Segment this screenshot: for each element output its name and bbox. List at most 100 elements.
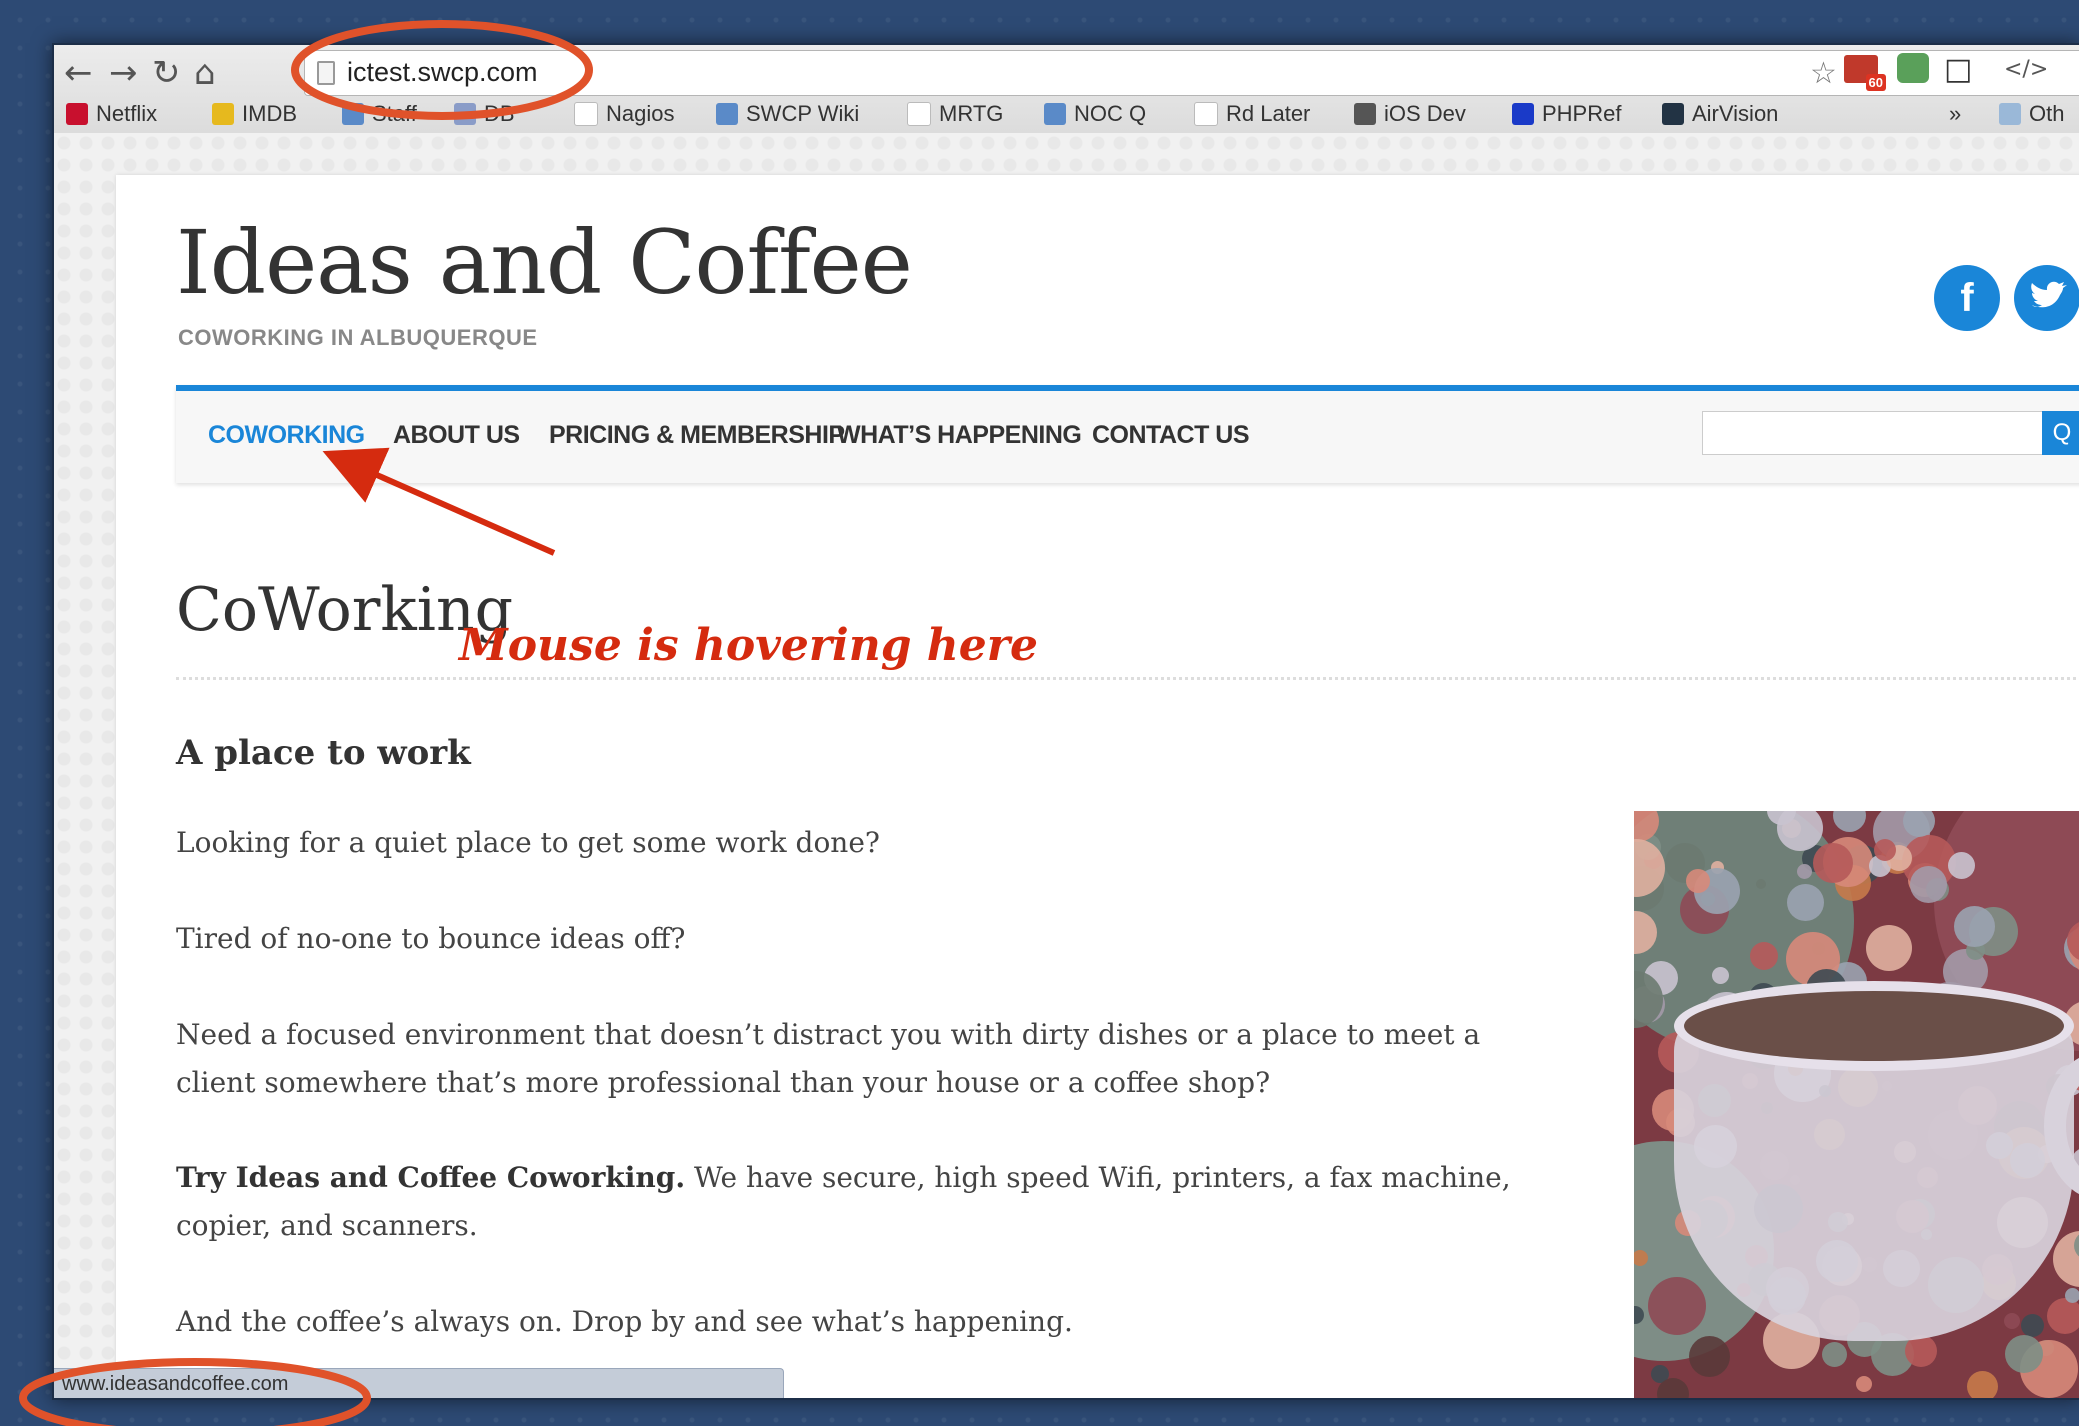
page-icon (1194, 102, 1218, 126)
bookmark-item[interactable]: DB (454, 99, 515, 129)
browser-toolbar: ← → ↻ ⌂ ictest.swcp.com ☆ 60 □ </> Netfl… (54, 45, 2079, 133)
main-nav: COWORKING ABOUT US PRICING & MEMBERSHIP … (176, 385, 2079, 483)
bookmark-label: DB (484, 101, 515, 126)
twitter-icon[interactable] (2014, 265, 2079, 331)
mosaic-dot (1750, 942, 1778, 970)
bookmark-label: iOS Dev (1384, 101, 1466, 126)
paragraph-5: And the coffee’s always on. Drop by and … (176, 1305, 1073, 1338)
mosaic-dot (1787, 884, 1824, 921)
browser-window: ← → ↻ ⌂ ictest.swcp.com ☆ 60 □ </> Netfl… (52, 43, 2079, 1400)
mosaic-dot (2021, 1314, 2044, 1337)
mosaic-dot (1756, 879, 1766, 889)
mosaic-dot (1856, 1376, 1872, 1392)
bookmark-item[interactable]: SWCP Wiki (716, 99, 859, 129)
bookmark-item[interactable]: Oth (1999, 99, 2064, 129)
coffee-surface (1674, 981, 2074, 1071)
facebook-icon[interactable]: f (1934, 265, 2000, 331)
mosaic-dot (2005, 1335, 2043, 1373)
netflix-icon (66, 103, 88, 125)
bookmark-label: Netflix (96, 101, 158, 126)
nav-coworking[interactable]: COWORKING (208, 421, 365, 450)
page-icon (907, 102, 931, 126)
nav-about-us[interactable]: ABOUT US (393, 421, 520, 450)
back-arrow-icon[interactable]: ← (64, 49, 93, 97)
mosaic-dot (1874, 839, 1896, 861)
globe-icon (1044, 103, 1066, 125)
bookmark-item[interactable]: Staff (342, 99, 417, 129)
extension-green-icon[interactable] (1897, 53, 1929, 83)
extension-badge-count: 60 (1865, 74, 1886, 91)
coffee-cup-image (1634, 811, 2079, 1398)
bookmark-label: Rd Later (1226, 101, 1311, 126)
twitter-bird-icon (2031, 281, 2067, 308)
bookmark-label: Staff (372, 101, 417, 126)
bookmark-item[interactable]: Nagios (574, 99, 674, 129)
mosaic-dot (1967, 1371, 1998, 1398)
bookmark-label: MRTG (939, 101, 1004, 126)
bookmark-item[interactable]: NOC Q (1044, 99, 1146, 129)
imdb-icon (212, 103, 234, 125)
annotation-text: Mouse is hovering here (459, 620, 1038, 671)
mosaic-dot (2065, 1288, 2079, 1303)
mosaic-dot (2004, 1313, 2020, 1329)
bookmark-item[interactable]: Rd Later (1194, 99, 1310, 129)
bookmark-item[interactable]: AirVision (1662, 99, 1778, 129)
forward-arrow-icon[interactable]: → (109, 49, 138, 97)
bookmark-label: PHPRef (1542, 101, 1622, 126)
extension-mail-icon[interactable]: 60 (1844, 55, 1886, 91)
bookmark-label: NOC Q (1074, 101, 1147, 126)
nav-whats-happening[interactable]: WHAT’S HAPPENING (837, 421, 1082, 450)
search-input[interactable] (1702, 411, 2044, 455)
home-icon[interactable]: ⌂ (194, 49, 216, 97)
bookmark-label: SWCP Wiki (746, 101, 860, 126)
mosaic-dot (1948, 852, 1975, 879)
page-icon (574, 102, 598, 126)
mosaic-dot (1712, 967, 1729, 984)
mosaic-dot (1657, 1378, 1689, 1398)
airvision-icon (1662, 103, 1684, 125)
bookmark-label: AirVision (1692, 101, 1779, 126)
paragraph-1: Looking for a quiet place to get some wo… (176, 826, 880, 859)
bookmark-label: Nagios (606, 101, 675, 126)
mosaic-dot (1797, 864, 1812, 879)
mosaic-dot (1833, 811, 1866, 832)
nav-contact-us[interactable]: CONTACT US (1092, 421, 1250, 450)
h-icon (1512, 103, 1534, 125)
mosaic-dot (1686, 869, 1710, 893)
site-tagline: COWORKING IN ALBUQUERQUE (178, 325, 538, 350)
mosaic-dot (1648, 1277, 1706, 1335)
apple-icon (1354, 103, 1376, 125)
bookmark-item[interactable]: iOS Dev (1354, 99, 1466, 129)
pma-icon (454, 103, 476, 125)
bookmarks-overflow-button[interactable]: » (1949, 99, 1961, 129)
window-icon[interactable]: □ (1944, 51, 1972, 89)
bookmark-item[interactable]: MRTG (907, 99, 1003, 129)
url-text: ictest.swcp.com (347, 57, 538, 87)
address-bar[interactable]: ictest.swcp.com ☆ (304, 50, 2079, 96)
nav-pricing-membership[interactable]: PRICING & MEMBERSHIP (549, 421, 845, 450)
mosaic-dot (1689, 1336, 1730, 1377)
bookmark-item[interactable]: Netflix (66, 99, 157, 129)
reload-icon[interactable]: ↻ (152, 49, 181, 97)
section-heading: A place to work (176, 733, 471, 773)
heading-divider (176, 677, 2079, 680)
paragraph-4: Try Ideas and Coffee Coworking. We have … (176, 1154, 1516, 1250)
mosaic-dot (1822, 1342, 1847, 1367)
search-button[interactable]: Q (2042, 411, 2079, 455)
bookmark-item[interactable]: PHPRef (1512, 99, 1621, 129)
paragraph-3: Need a focused environment that doesn’t … (176, 1018, 1481, 1099)
code-icon[interactable]: </> (2004, 51, 2048, 89)
site-container: Ideas and Coffee COWORKING IN ALBUQUERQU… (116, 175, 2079, 1398)
mosaic-dot (2047, 1298, 2079, 1334)
globe-icon (342, 103, 364, 125)
folder-icon (1999, 103, 2021, 125)
mosaic-dot (1903, 811, 1935, 837)
web-page: Ideas and Coffee COWORKING IN ALBUQUERQU… (54, 133, 2079, 1398)
paragraph-2: Tired of no-one to bounce ideas off? (176, 922, 686, 955)
star-icon[interactable]: ☆ (1810, 55, 1837, 93)
mosaic-dot (1866, 925, 1912, 971)
bookmark-item[interactable]: IMDB (212, 99, 297, 129)
site-title[interactable]: Ideas and Coffee (176, 213, 913, 313)
bookmark-label: IMDB (242, 101, 297, 126)
page-icon (317, 61, 335, 85)
